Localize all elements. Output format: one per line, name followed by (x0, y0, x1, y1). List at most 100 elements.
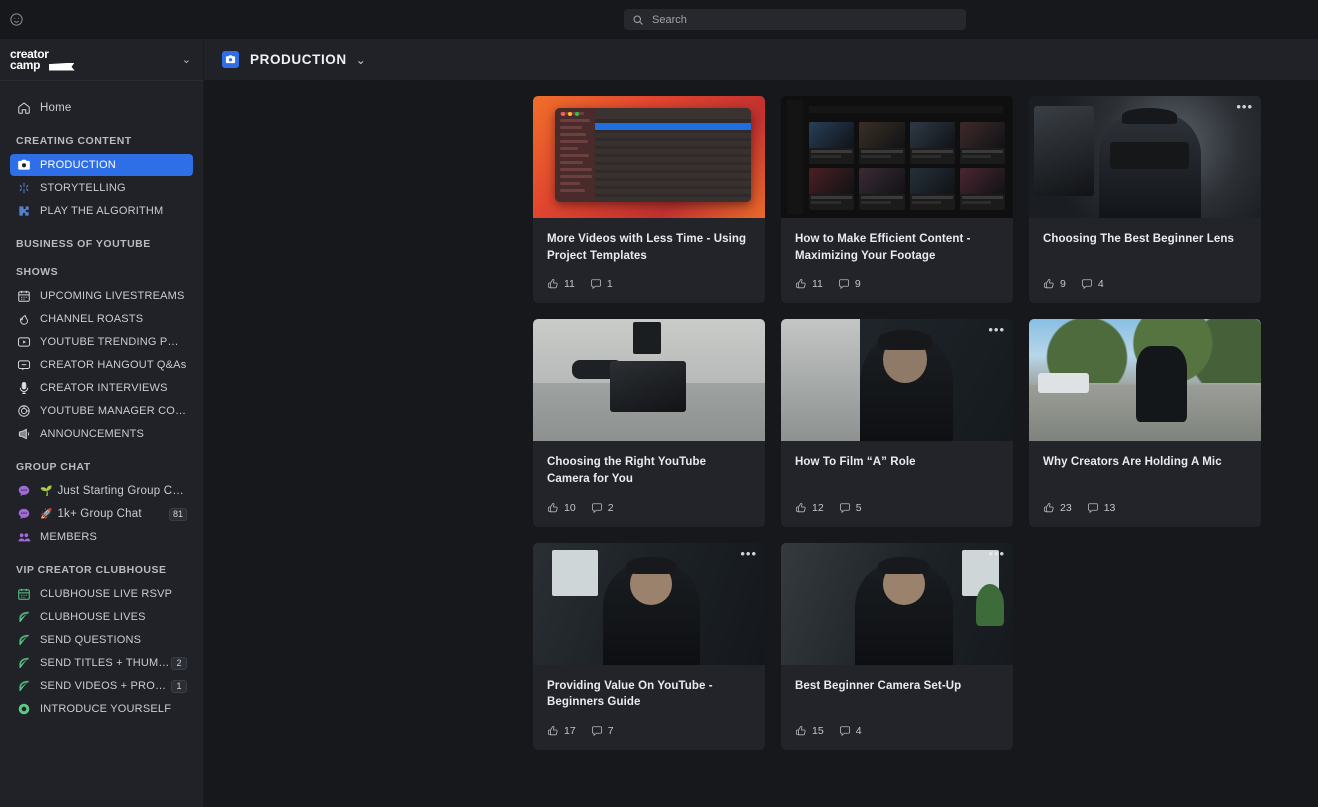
video-card[interactable]: ••• Choosing The Best Beginner Lens 9 4 (1029, 96, 1261, 303)
speech-bubble-icon (590, 278, 602, 290)
video-card[interactable]: •••How To Film “A” Role125 (781, 319, 1013, 526)
more-options-icon[interactable]: ••• (988, 550, 1005, 558)
sidebar-item-send-questions[interactable]: SEND QUESTIONS (10, 629, 193, 651)
thumbs-up-icon (1043, 502, 1055, 514)
video-thumbnail[interactable] (781, 96, 1013, 218)
thumbs-up-icon (547, 502, 559, 514)
like-button[interactable]: 23 (1043, 502, 1072, 514)
video-thumbnail[interactable]: ••• (1029, 96, 1261, 218)
video-thumbnail[interactable] (533, 319, 765, 441)
like-button[interactable]: 9 (1043, 278, 1066, 290)
sidebar-section-title: GROUP CHAT (0, 461, 203, 473)
sidebar-item-send-videos-projects[interactable]: SEND VIDEOS + PROJECTS1 (10, 675, 193, 697)
top-bar: Search (0, 0, 1318, 39)
more-options-icon[interactable]: ••• (740, 550, 757, 558)
smiley-circle-icon[interactable] (6, 10, 26, 30)
video-thumbnail[interactable]: ••• (781, 543, 1013, 665)
comment-count: 4 (1098, 278, 1104, 290)
video-thumbnail[interactable]: ••• (533, 543, 765, 665)
like-count: 23 (1060, 502, 1072, 514)
sidebar-item-1k-group-chat[interactable]: 🚀1k+ Group Chat81 (10, 503, 193, 525)
video-title: Choosing The Best Beginner Lens (1043, 231, 1247, 248)
video-card[interactable]: Choosing the Right YouTube Camera for Yo… (533, 319, 765, 526)
sidebar-item-storytelling[interactable]: STORYTELLING (10, 177, 193, 199)
sidebar-nav: Home CREATING CONTENTPRODUCTIONSTORYTELL… (0, 81, 203, 741)
sidebar-item-just-starting-group-chat[interactable]: 🌱Just Starting Group Chat (10, 480, 193, 502)
video-card-body: Choosing the Right YouTube Camera for Yo… (533, 441, 765, 526)
video-card[interactable]: •••Best Beginner Camera Set-Up154 (781, 543, 1013, 750)
like-button[interactable]: 11 (795, 278, 823, 290)
comment-count: 1 (607, 278, 613, 290)
video-card-body: Providing Value On YouTube - Beginners G… (533, 665, 765, 750)
sidebar-item-label: CREATOR HANGOUT Q&As (40, 359, 186, 371)
sidebar-item-youtube-trending-podcast[interactable]: YOUTUBE TRENDING PODCAST (10, 331, 193, 353)
speech-bubble-icon (16, 484, 31, 499)
sidebar-item-label: STORYTELLING (40, 182, 126, 194)
more-options-icon[interactable]: ••• (988, 326, 1005, 334)
sidebar-item-label: SEND VIDEOS + PROJECTS (40, 680, 171, 692)
emoji-icon: 🌱 (40, 486, 52, 497)
chevron-down-icon[interactable]: ⌄ (356, 53, 366, 67)
comment-button[interactable]: 9 (838, 278, 861, 290)
like-count: 12 (812, 502, 824, 514)
search-input[interactable]: Search (624, 9, 966, 30)
sidebar-item-upcoming-livestreams[interactable]: UPCOMING LIVESTREAMS (10, 285, 193, 307)
sidebar-item-send-titles-thumbnails[interactable]: SEND TITLES + THUMBNAILS2 (10, 652, 193, 674)
video-title: Why Creators Are Holding A Mic (1043, 454, 1247, 471)
sidebar-item-production[interactable]: PRODUCTION (10, 154, 193, 176)
target-icon (16, 404, 31, 419)
sidebar-item-announcements[interactable]: ANNOUNCEMENTS (10, 423, 193, 445)
sidebar-item-clubhouse-live-rsvp[interactable]: CLUBHOUSE LIVE RSVP (10, 583, 193, 605)
like-button[interactable]: 17 (547, 725, 576, 737)
video-card-body: Best Beginner Camera Set-Up154 (781, 665, 1013, 750)
comment-button[interactable]: 4 (1081, 278, 1104, 290)
page-title: PRODUCTION (250, 52, 347, 67)
sparkle-icon (16, 181, 31, 196)
microphone-icon (16, 381, 31, 396)
sidebar-item-introduce-yourself[interactable]: INTRODUCE YOURSELF (10, 698, 193, 720)
video-thumbnail[interactable]: ••• (781, 319, 1013, 441)
sidebar-item-creator-hangout-q-as[interactable]: CREATOR HANGOUT Q&As (10, 354, 193, 376)
video-thumbnail[interactable] (1029, 319, 1261, 441)
comment-count: 7 (608, 725, 614, 737)
calendar-icon (16, 587, 31, 602)
like-button[interactable]: 15 (795, 725, 824, 737)
thumbs-up-icon (547, 725, 559, 737)
more-options-icon[interactable]: ••• (1236, 103, 1253, 111)
video-title: More Videos with Less Time - Using Proje… (547, 231, 751, 264)
sidebar-item-home[interactable]: Home (10, 97, 193, 119)
sidebar-item-youtube-manager-corner[interactable]: YOUTUBE MANAGER CORNER (10, 400, 193, 422)
sidebar-item-clubhouse-lives[interactable]: CLUBHOUSE LIVES (10, 606, 193, 628)
video-card[interactable]: How to Make Efficient Content - Maximizi… (781, 96, 1013, 303)
circle-icon (16, 702, 31, 717)
sidebar-item-channel-roasts[interactable]: CHANNEL ROASTS (10, 308, 193, 330)
chat-box-icon (16, 358, 31, 373)
comment-button[interactable]: 4 (839, 725, 862, 737)
like-button[interactable]: 11 (547, 278, 575, 290)
chevron-down-icon[interactable]: ⌄ (182, 53, 191, 66)
comment-button[interactable]: 1 (590, 278, 613, 290)
leaf-icon (16, 679, 31, 694)
speech-bubble-icon (591, 725, 603, 737)
comment-button[interactable]: 7 (591, 725, 614, 737)
video-thumbnail[interactable] (533, 96, 765, 218)
leaf-icon (16, 633, 31, 648)
comment-button[interactable]: 5 (839, 502, 862, 514)
video-card-body: How To Film “A” Role125 (781, 441, 1013, 526)
comment-button[interactable]: 2 (591, 502, 614, 514)
like-button[interactable]: 12 (795, 502, 824, 514)
sidebar-item-creator-interviews[interactable]: CREATOR INTERVIEWS (10, 377, 193, 399)
sidebar-item-label: YOUTUBE MANAGER CORNER (40, 405, 187, 417)
comment-count: 5 (856, 502, 862, 514)
video-card[interactable]: Why Creators Are Holding A Mic 23 13 (1029, 319, 1261, 526)
sidebar-section-title: SHOWS (0, 266, 203, 278)
workspace-switcher[interactable]: creator camp ⌄ (0, 39, 203, 81)
sidebar-item-play-the-algorithm[interactable]: PLAY THE ALGORITHM (10, 200, 193, 222)
like-button[interactable]: 10 (547, 502, 576, 514)
comment-button[interactable]: 13 (1087, 502, 1116, 514)
video-card[interactable]: ••• Providing Value On YouTube - Beginner… (533, 543, 765, 750)
video-card-meta: 15 4 (795, 711, 999, 737)
sidebar-item-members[interactable]: MEMBERS (10, 526, 193, 548)
video-card[interactable]: More Videos with Less Time - Using Proje… (533, 96, 765, 303)
like-count: 15 (812, 725, 824, 737)
